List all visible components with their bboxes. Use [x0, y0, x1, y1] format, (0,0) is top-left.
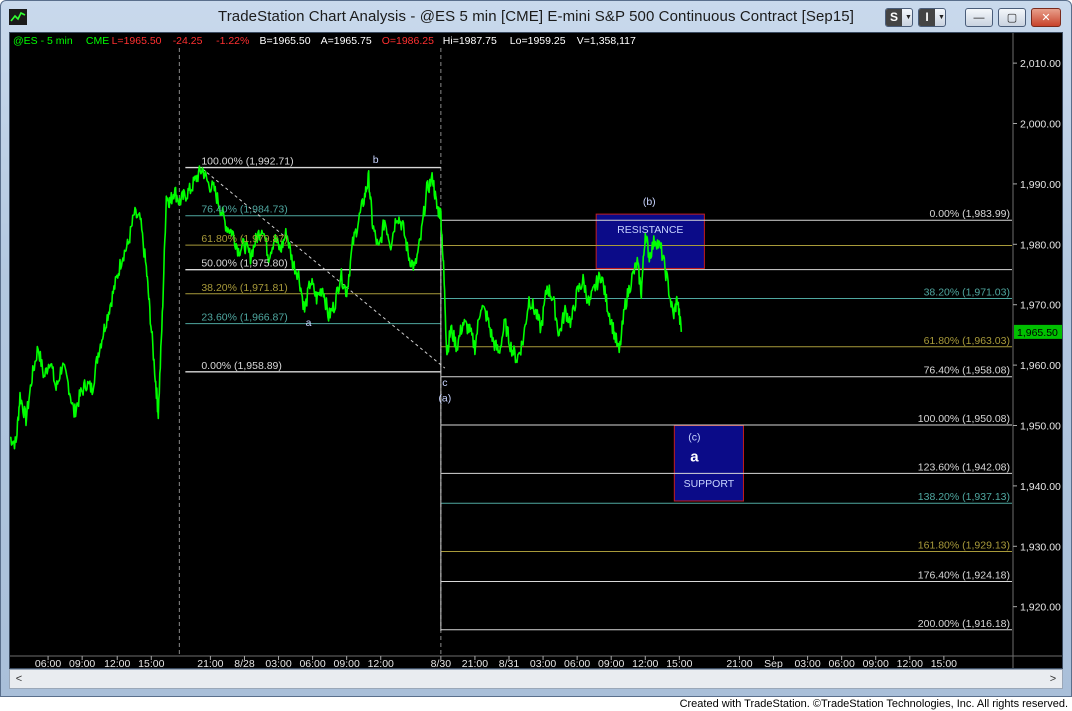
- chart-app-icon: [9, 9, 27, 25]
- fib-left-label-1: 76.40% (1,984.73): [201, 204, 287, 216]
- y-tick-label-6: 1,950.00: [1020, 420, 1061, 432]
- zone-box-resistance: [595, 213, 705, 269]
- x-tick-label-18: 21:00: [726, 658, 752, 668]
- wave-label-5: (c): [688, 432, 700, 444]
- header-readout-7: O=1986.25: [382, 35, 434, 47]
- x-tick-label-14: 06:00: [564, 658, 590, 668]
- x-tick-label-21: 06:00: [829, 658, 855, 668]
- dropdown-caret-icon: ▼: [938, 14, 945, 21]
- zone-label-support: SUPPORT: [684, 478, 735, 490]
- x-tick-label-15: 09:00: [598, 658, 624, 668]
- x-tick-label-10: 8/30: [431, 658, 452, 668]
- x-tick-label-17: 15:00: [666, 658, 692, 668]
- fib-right-label-8: 138.20% (1,937.13): [918, 491, 1010, 503]
- x-tick-label-23: 12:00: [897, 658, 923, 668]
- header-readout-4: -1.22%: [216, 35, 249, 47]
- fib-right-label-4: 61.80% (1,963.03): [924, 335, 1010, 347]
- wave-label-2: c: [442, 377, 447, 389]
- header-readout-9: Lo=1959.25: [510, 35, 566, 47]
- header-readout-8: Hi=1987.75: [443, 35, 497, 47]
- header-readout-1: CME: [86, 35, 109, 47]
- fib-left-label-3: 50.00% (1,975.80): [201, 258, 287, 270]
- x-tick-label-2: 12:00: [104, 658, 130, 668]
- fib-right-label-6: 100.00% (1,950.08): [918, 413, 1010, 425]
- wave-label-6: a: [690, 449, 699, 466]
- price-series-line: [10, 165, 683, 450]
- header-readout-0: @ES - 5 min: [13, 35, 73, 47]
- chart-canvas[interactable]: @ES - 5 min CME L=1965.50 -24.25 -1.22% B=196…: [10, 33, 1062, 668]
- y-tick-label-9: 1,920.00: [1020, 602, 1061, 614]
- x-tick-label-0: 06:00: [35, 658, 61, 668]
- scroll-right-arrow-icon[interactable]: >: [1046, 672, 1060, 686]
- x-tick-label-7: 06:00: [299, 658, 325, 668]
- x-tick-label-3: 15:00: [138, 658, 164, 668]
- fib-left-label-5: 23.60% (1,966.87): [201, 312, 287, 324]
- copyright-footer: Created with TradeStation. ©TradeStation…: [679, 698, 1068, 710]
- y-tick-label-5: 1,960.00: [1020, 360, 1061, 372]
- fib-right-label-5: 76.40% (1,958.08): [924, 365, 1010, 377]
- wave-label-4: (b): [643, 196, 656, 208]
- last-price-label: 1,965.50: [1017, 327, 1058, 339]
- fib-left-label-0: 100.00% (1,992.71): [201, 156, 293, 168]
- minimize-button[interactable]: —: [965, 8, 993, 27]
- price-chart[interactable]: @ES - 5 min CME L=1965.50 -24.25 -1.22% B=196…: [9, 32, 1063, 669]
- header-readout-10: V=1,358,117: [577, 35, 636, 47]
- fib-right-label-9: 161.80% (1,929.13): [918, 540, 1010, 552]
- x-tick-label-11: 21:00: [462, 658, 488, 668]
- y-tick-label-8: 1,930.00: [1020, 541, 1061, 553]
- zone-label-resistance: RESISTANCE: [617, 224, 683, 236]
- title-bar[interactable]: TradeStation Chart Analysis - @ES 5 min …: [1, 1, 1071, 33]
- indicator-menu-button[interactable]: I ▼: [918, 8, 946, 27]
- close-button[interactable]: ✕: [1031, 8, 1061, 27]
- fib-left-label-2: 61.80% (1,979.87): [201, 233, 287, 245]
- wave-label-3: (a): [438, 392, 451, 404]
- header-readout-3: -24.25: [173, 35, 203, 47]
- x-tick-label-5: 8/28: [234, 658, 255, 668]
- x-tick-label-8: 09:00: [334, 658, 360, 668]
- fib-left-label-6: 0.00% (1,958.89): [201, 360, 282, 372]
- fib-right-label-11: 200.00% (1,916.18): [918, 618, 1010, 630]
- horizontal-scrollbar[interactable]: < >: [9, 669, 1063, 689]
- y-tick-label-3: 1,980.00: [1020, 239, 1061, 251]
- x-tick-label-1: 09:00: [69, 658, 95, 668]
- y-tick-label-0: 2,010.00: [1020, 58, 1061, 70]
- dropdown-caret-icon: ▼: [905, 14, 912, 21]
- x-tick-label-22: 09:00: [863, 658, 889, 668]
- fib-right-label-7: 123.60% (1,942.08): [918, 461, 1010, 473]
- y-tick-label-7: 1,940.00: [1020, 481, 1061, 493]
- x-tick-label-6: 03:00: [265, 658, 291, 668]
- header-readout-2: L=1965.50: [112, 35, 162, 47]
- y-tick-label-4: 1,970.00: [1020, 300, 1061, 312]
- fib-left-label-4: 38.20% (1,971.81): [201, 282, 287, 294]
- x-tick-label-20: 03:00: [794, 658, 820, 668]
- fib-right-label-10: 176.40% (1,924.18): [918, 569, 1010, 581]
- app-window: TradeStation Chart Analysis - @ES 5 min …: [0, 0, 1072, 697]
- fib-right-label-3: 38.20% (1,971.03): [924, 286, 1010, 298]
- header-readout-6: A=1965.75: [321, 35, 372, 47]
- x-tick-label-16: 12:00: [632, 658, 658, 668]
- y-tick-label-1: 2,000.00: [1020, 119, 1061, 131]
- x-tick-label-13: 03:00: [530, 658, 556, 668]
- x-tick-label-4: 21:00: [197, 658, 223, 668]
- fib-right-label-0: 0.00% (1,983.99): [929, 208, 1010, 220]
- x-tick-label-19: Sep: [764, 658, 783, 668]
- wave-label-0: b: [373, 154, 379, 166]
- wave-label-1: a: [306, 317, 312, 329]
- x-tick-label-24: 15:00: [931, 658, 957, 668]
- header-readout-5: B=1965.50: [260, 35, 311, 47]
- maximize-button[interactable]: ▢: [998, 8, 1026, 27]
- symbol-menu-button[interactable]: S ▼: [885, 8, 913, 27]
- y-tick-label-2: 1,990.00: [1020, 179, 1061, 191]
- x-tick-label-9: 12:00: [368, 658, 394, 668]
- scroll-left-arrow-icon[interactable]: <: [12, 672, 26, 686]
- x-tick-label-12: 8/31: [499, 658, 520, 668]
